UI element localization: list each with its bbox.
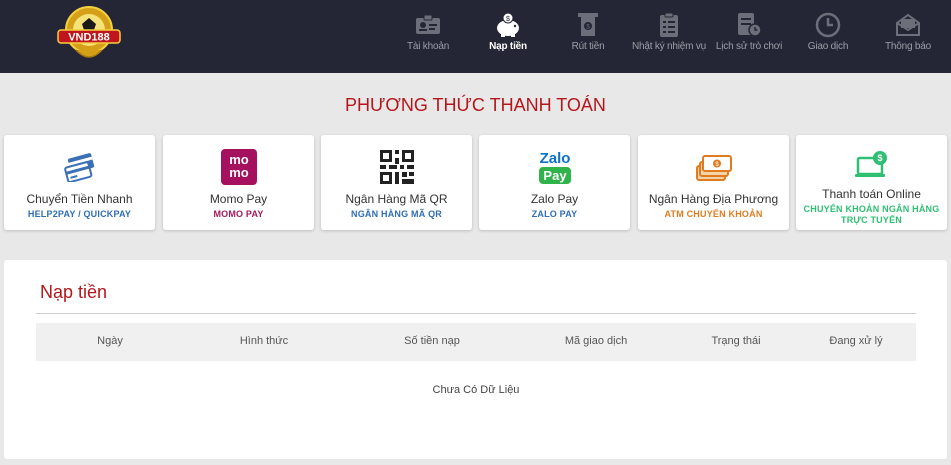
piggy-bank-icon: $ <box>493 11 523 39</box>
atm-withdraw-icon: $ <box>573 11 603 39</box>
nav-label: Nạp tiền <box>489 41 527 52</box>
column-header-amount: Số tiền nạp <box>404 335 460 347</box>
payment-method-sub: ZALO PAY <box>531 209 578 219</box>
nav-rut-tien[interactable]: $ Rút tiền <box>566 0 610 73</box>
column-header-transaction-id: Mã giao dịch <box>564 335 628 347</box>
payment-method-zalopay[interactable]: Zalo Pay Zalo Pay ZALO PAY <box>479 135 630 230</box>
cash-stack-icon: $ <box>694 149 734 185</box>
payment-method-qr-bank[interactable]: Ngân Hàng Mã QR NGÂN HÀNG MÃ QR <box>321 135 472 230</box>
zalopay-logo-icon: Zalo Pay <box>535 149 575 185</box>
nav-nap-tien[interactable]: $ Nạp tiền <box>484 0 532 73</box>
payment-method-quickpay[interactable]: Chuyển Tiền Nhanh HELP2PAY / QUICKPAY <box>4 135 155 230</box>
svg-text:mo: mo <box>229 165 249 180</box>
payment-method-name: Thanh toán Online <box>822 187 921 201</box>
id-card-icon <box>413 11 443 39</box>
credit-cards-icon <box>60 149 100 185</box>
nav-label: Rút tiền <box>571 41 605 52</box>
svg-text:$: $ <box>877 153 882 163</box>
payment-method-name: Ngân Hàng Mã QR <box>345 192 448 206</box>
payment-method-sub: ATM CHUYỂN KHOẢN <box>664 209 763 219</box>
column-header-method: Hình thức <box>239 335 289 347</box>
payment-method-name: Zalo Pay <box>530 192 579 206</box>
svg-text:VND188: VND188 <box>68 32 110 44</box>
payment-method-sub: MOMO PAY <box>213 209 264 219</box>
payment-method-name: Chuyển Tiền Nhanh <box>26 192 133 206</box>
column-header-date: Ngày <box>97 335 123 347</box>
payment-method-sub: HELP2PAY / QUICKPAY <box>27 209 132 219</box>
nav-lich-su-tro-choi[interactable]: Lịch sử trò chơi <box>714 0 784 73</box>
payment-method-name: Momo Pay <box>209 192 268 206</box>
laptop-dollar-icon: $ <box>852 147 892 183</box>
nav-giao-dich[interactable]: Giao dịch <box>804 0 852 73</box>
payment-method-online[interactable]: $ Thanh toán Online CHUYỂN KHOẢN NGÂN HÀ… <box>796 135 947 230</box>
payment-method-momo[interactable]: mo mo Momo Pay MOMO PAY <box>163 135 314 230</box>
nav-label: Giao dịch <box>807 41 849 52</box>
nav-nhat-ky-nhiem-vu[interactable]: Nhật ký nhiệm vụ <box>628 0 710 73</box>
task-list-icon <box>654 11 684 39</box>
nav-tai-khoan[interactable]: Tài khoản <box>402 0 454 73</box>
payment-method-local-bank[interactable]: $ Ngân Hàng Địa Phương ATM CHUYỂN KHOẢN <box>638 135 789 230</box>
divider <box>36 313 916 314</box>
empty-table-message: Chưa Có Dữ Liệu <box>432 384 520 396</box>
payment-method-sub: CHUYỂN KHOẢN NGÂN HÀNG TRỰC TUYẾN <box>803 204 940 225</box>
column-header-status: Trạng thái <box>711 335 761 347</box>
svg-text:Zalo: Zalo <box>539 150 570 167</box>
history-doc-icon <box>734 11 764 39</box>
deposit-title: Nạp tiền <box>40 282 108 302</box>
nav-label: Tài khoản <box>406 41 450 52</box>
payment-method-name: Ngân Hàng Địa Phương <box>648 192 779 206</box>
mail-icon <box>893 11 923 39</box>
top-navigation-bar: VND188 Tài khoản $ Nạp tiền $ Rút tiền N… <box>0 0 951 73</box>
nav-thong-bao[interactable]: Thông báo <box>882 0 934 73</box>
payment-method-sub: NGÂN HÀNG MÃ QR <box>351 209 442 219</box>
vnd188-logo[interactable]: VND188 <box>56 4 122 66</box>
nav-label: Lịch sử trò chơi <box>715 41 783 52</box>
qr-code-icon <box>377 149 417 185</box>
momo-logo-icon: mo mo <box>219 149 259 185</box>
nav-label: Thông báo <box>884 41 932 52</box>
column-header-processing: Đang xử lý <box>829 335 883 347</box>
clock-icon <box>813 11 843 39</box>
svg-text:$: $ <box>506 16 510 23</box>
payment-methods-title: PHƯƠNG THỨC THANH TOÁN <box>345 95 606 115</box>
svg-text:Pay: Pay <box>543 168 567 183</box>
nav-label: Nhật ký nhiệm vụ <box>631 41 707 52</box>
